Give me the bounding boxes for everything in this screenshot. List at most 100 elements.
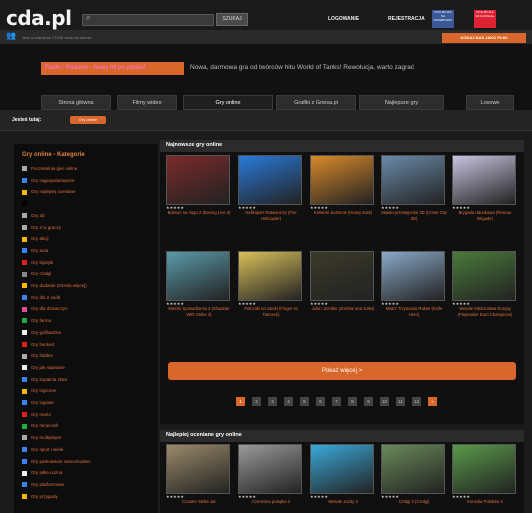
sidebar-item[interactable]: Gry dodanie (strzela więcej) bbox=[22, 283, 87, 289]
game-card[interactable]: ★★★★★ Julia i Zombie (Zombie and Juliet) bbox=[310, 251, 376, 312]
game-title[interactable]: Kelnerki Jedzenie (Heavy Eats) bbox=[310, 210, 376, 216]
game-title[interactable]: Mistrz Trzymania Rakiet (Knife Hero) bbox=[381, 306, 447, 317]
game-card[interactable]: ★★★★★ Wesołe Mistrzostwa Europy (Playmake… bbox=[452, 251, 518, 317]
page-link[interactable]: 7 bbox=[332, 397, 341, 406]
promo-text[interactable]: Nowa, darmowa gra od twórców hitu World … bbox=[190, 64, 414, 71]
facebook-like-button[interactable]: POLUB NAS NA FACEBOOKU bbox=[432, 10, 454, 28]
game-card[interactable]: ★★★★★ Palczaki na zatoki (Finger vs Tanne… bbox=[238, 251, 304, 317]
page-link[interactable]: 5 bbox=[300, 397, 309, 406]
game-card[interactable]: ★★★★★ Miasto przestępców 3D (Crime City 3… bbox=[381, 155, 447, 221]
sidebar-item[interactable]: Gry najlepiej oceniane bbox=[22, 189, 76, 195]
sidebar-item[interactable]: Gry jak napisane bbox=[22, 365, 65, 371]
game-title[interactable]: Palczaki na zatoki (Finger vs Tanneck) bbox=[238, 306, 304, 317]
game-thumbnail[interactable] bbox=[381, 251, 445, 301]
game-card[interactable]: ★★★★★ Mistrz Trzymania Rakiet (Knife Hero… bbox=[381, 251, 447, 317]
page-link[interactable]: 3 bbox=[268, 397, 277, 406]
tab-0[interactable]: Strona główna bbox=[41, 95, 111, 110]
game-card[interactable]: ★★★★★ Brygada ratunkowa (Rescue Brigade) bbox=[452, 155, 518, 221]
sidebar-item[interactable]: Gry logowe bbox=[22, 400, 54, 406]
game-title[interactable]: Wesołe Mistrzostwa Europy (Playmaker Eur… bbox=[452, 306, 518, 317]
game-thumbnail[interactable] bbox=[452, 251, 516, 301]
game-card[interactable]: ★★★★★ Wesołe Jazdy 3 bbox=[310, 444, 376, 505]
breadcrumb-current[interactable]: Gry online bbox=[70, 116, 106, 124]
site-logo[interactable]: cda.pl bbox=[6, 6, 72, 30]
game-thumbnail[interactable] bbox=[238, 251, 302, 301]
game-thumbnail[interactable] bbox=[166, 444, 230, 494]
sidebar-item[interactable]: Gry hacked bbox=[22, 342, 54, 347]
sidebar-item[interactable]: Gry 2 w graczy bbox=[22, 225, 61, 230]
login-link[interactable]: LOGOWANIE bbox=[328, 16, 359, 22]
tab-3[interactable]: Grafiki z Gnesa.pl bbox=[276, 95, 356, 110]
sidebar-item[interactable]: Gry mario bbox=[22, 412, 51, 417]
show-more-button[interactable]: Pokaż więcej > bbox=[168, 362, 516, 380]
game-title[interactable]: Maszki Sprawdzenia 4 (Shaaster With Stri… bbox=[166, 306, 232, 317]
game-title[interactable]: Julia i Zombie (Zombie and Juliet) bbox=[310, 306, 376, 312]
sidebar-item[interactable]: Gry bijatyki bbox=[22, 260, 53, 265]
sidebar-item[interactable]: Gry logiczne bbox=[22, 388, 56, 394]
tab-4[interactable]: Najlepsze gry bbox=[359, 95, 444, 110]
google-plus-button[interactable]: POLUB NAS NA GOOGLE+ bbox=[474, 10, 496, 28]
sidebar-item[interactable]: Poczekalnia gier online bbox=[22, 166, 77, 172]
game-card[interactable]: ★★★★★ Konsola Polaków 2 bbox=[452, 444, 518, 505]
sidebar-item[interactable] bbox=[22, 201, 31, 207]
game-thumbnail[interactable] bbox=[381, 444, 445, 494]
sidebar-item[interactable]: Gry piłka nożna bbox=[22, 470, 62, 476]
game-thumbnail[interactable] bbox=[310, 251, 374, 301]
game-thumbnail[interactable] bbox=[310, 155, 374, 205]
sidebar-item[interactable]: Gry 3d bbox=[22, 213, 45, 219]
game-thumbnail[interactable] bbox=[452, 444, 516, 494]
sidebar-item[interactable]: Gry czołgi bbox=[22, 271, 51, 277]
add-app-button[interactable]: DODAJ NAS JAKO PLIKI bbox=[442, 33, 526, 43]
game-thumbnail[interactable] bbox=[166, 251, 230, 301]
game-thumbnail[interactable] bbox=[166, 155, 230, 205]
game-title[interactable]: Counter Strike Jar bbox=[166, 499, 232, 505]
register-link[interactable]: REJESTRACJA bbox=[388, 16, 425, 22]
page-link[interactable]: 8 bbox=[348, 397, 357, 406]
game-thumbnail[interactable] bbox=[381, 155, 445, 205]
game-title[interactable]: Czerwona pułapka 2 bbox=[238, 499, 304, 505]
game-title[interactable]: Czołgi 3 (Czołgi) bbox=[381, 499, 447, 505]
game-title[interactable]: Konsola Polaków 2 bbox=[452, 499, 518, 505]
page-link[interactable]: 9 bbox=[364, 397, 373, 406]
game-card[interactable]: ★★★★★ Czołgi 3 (Czołgi) bbox=[381, 444, 447, 505]
game-card[interactable]: ★★★★★ Maszki Sprawdzenia 4 (Shaaster With… bbox=[166, 251, 232, 317]
page-link[interactable]: » bbox=[428, 397, 437, 406]
sidebar-item[interactable]: Gry auta bbox=[22, 248, 48, 254]
sidebar-item[interactable]: Gry minecraft bbox=[22, 423, 58, 429]
sidebar-item[interactable]: Gry dla dziewczyn bbox=[22, 306, 68, 312]
game-title[interactable]: Brygada ratunkowa (Rescue Brigade) bbox=[452, 210, 518, 221]
sidebar-item[interactable]: Gry akcji bbox=[22, 236, 49, 242]
sidebar-item[interactable]: Gry przygody bbox=[22, 494, 58, 499]
game-thumbnail[interactable] bbox=[238, 444, 302, 494]
page-link[interactable]: 11 bbox=[396, 397, 405, 406]
page-link[interactable]: 6 bbox=[316, 397, 325, 406]
tab-1[interactable]: Filmy wideo bbox=[117, 95, 177, 110]
game-card[interactable]: ★★★★★ Czerwona pułapka 2 bbox=[238, 444, 304, 505]
tab-2[interactable]: Gry online bbox=[183, 95, 273, 110]
game-card[interactable]: ★★★★★ Bokson na ringu 2 (Boxing Live 2) bbox=[166, 155, 232, 216]
page-link[interactable]: 12 bbox=[412, 397, 421, 406]
tab-5[interactable]: Losowe bbox=[466, 95, 514, 110]
page-link[interactable]: 4 bbox=[284, 397, 293, 406]
sidebar-item[interactable]: Gry kopalnia złota bbox=[22, 377, 67, 382]
sidebar-item[interactable]: Gry parkowanie samochodem bbox=[22, 459, 91, 464]
promo-tag[interactable]: Rtaile / Rtailsow - Nowy hit po polsku! bbox=[41, 62, 184, 75]
search-input[interactable] bbox=[82, 14, 214, 26]
sidebar-item[interactable]: Gry platformowe bbox=[22, 482, 64, 488]
game-title[interactable]: Wesołe Jazdy 3 bbox=[310, 499, 376, 505]
game-thumbnail[interactable] bbox=[238, 155, 302, 205]
page-link[interactable]: 10 bbox=[380, 397, 389, 406]
game-title[interactable]: Bokson na ringu 2 (Boxing Live 2) bbox=[166, 210, 232, 216]
sidebar-item[interactable]: Gry hidden bbox=[22, 353, 53, 359]
game-card[interactable]: ★★★★★ Kelnerki Jedzenie (Heavy Eats) bbox=[310, 155, 376, 216]
sidebar-item[interactable]: Gry farma bbox=[22, 318, 51, 324]
sidebar-item[interactable]: Gry najpopularniejsze bbox=[22, 178, 75, 183]
page-link[interactable]: 1 bbox=[236, 397, 245, 406]
game-card[interactable]: ★★★★★ Helikopter Ratowniczy (Fire Helicop… bbox=[238, 155, 304, 221]
game-thumbnail[interactable] bbox=[452, 155, 516, 205]
page-link[interactable]: 2 bbox=[252, 397, 261, 406]
game-title[interactable]: Helikopter Ratowniczy (Fire Helicopter) bbox=[238, 210, 304, 221]
sidebar-item[interactable]: Gry sport i wiele bbox=[22, 447, 63, 453]
game-title[interactable]: Miasto przestępców 3D (Crime City 3D) bbox=[381, 210, 447, 221]
sidebar-item[interactable]: Gry golf/ważne bbox=[22, 330, 61, 336]
